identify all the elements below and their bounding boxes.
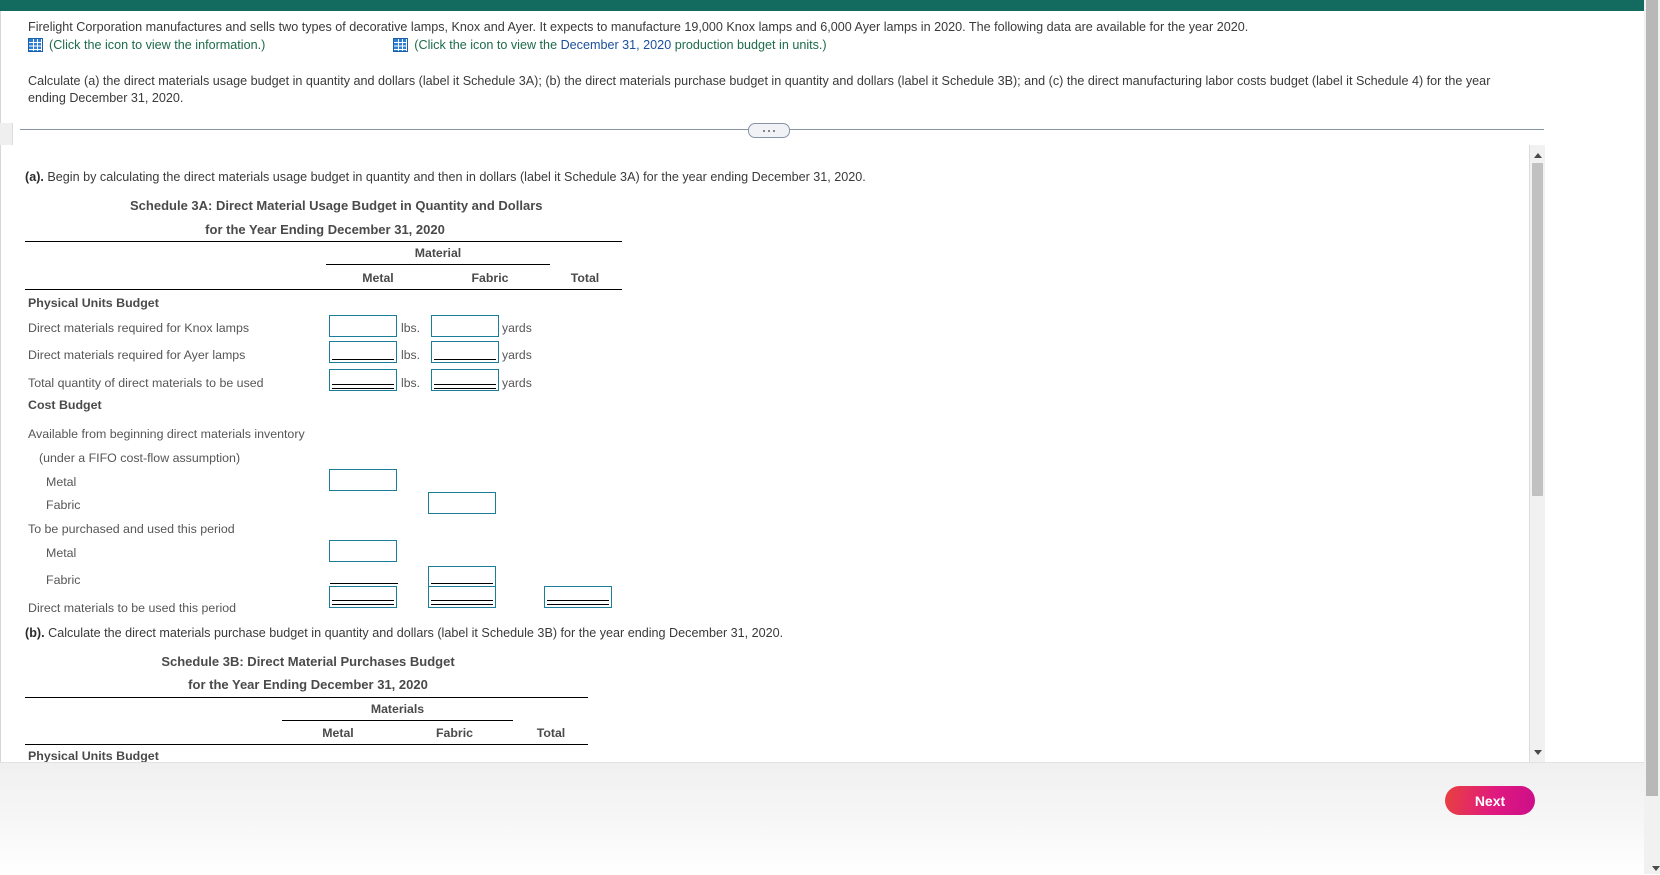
- schedule-3a-title: Schedule 3A: Direct Material Usage Budge…: [130, 198, 543, 213]
- schedule-3b-top-rule: [25, 697, 588, 698]
- part-a-prompt-text: Begin by calculating the direct material…: [47, 170, 866, 184]
- footer-bar: Next: [0, 762, 1660, 875]
- row-label-fifo-note: (under a FIFO cost-flow assumption): [39, 451, 241, 465]
- schedule-3b-col-total: Total: [536, 726, 566, 740]
- row-label-begin-metal: Metal: [46, 475, 77, 489]
- schedule-3a-col-fabric: Fabric: [471, 271, 509, 285]
- unit-ayer-metal: lbs.: [401, 348, 420, 362]
- unit-knox-metal: lbs.: [401, 321, 420, 335]
- scroll-up-arrow-icon[interactable]: [1530, 147, 1545, 163]
- answer-pane-scroll-thumb[interactable]: [1532, 163, 1543, 496]
- total-rule-cost-fabric: [431, 600, 493, 605]
- page-scroll-thumb[interactable]: [1646, 0, 1658, 796]
- next-button[interactable]: Next: [1445, 786, 1535, 815]
- row-label-purchase-metal: Metal: [46, 546, 77, 560]
- question-instruction: Calculate (a) the direct materials usage…: [28, 74, 1491, 105]
- row-label-total-quantity: Total quantity of direct materials to be…: [28, 376, 264, 390]
- schedule-3a-col-total: Total: [570, 271, 600, 285]
- schedule-3b-physical-units-header: Physical Units Budget: [28, 749, 159, 762]
- page-scroll-down-arrow-icon[interactable]: [1644, 858, 1660, 874]
- part-b-label: (b).: [25, 626, 45, 640]
- input-purchased-fabric[interactable]: [428, 566, 496, 588]
- view-information-link[interactable]: (Click the icon to view the information.…: [28, 38, 265, 52]
- row-label-begin-fabric: Fabric: [46, 498, 81, 512]
- row-label-knox: Direct materials required for Knox lamps: [28, 321, 250, 335]
- row-label-purchase-fabric: Fabric: [46, 573, 81, 587]
- unit-knox-fabric: yards: [502, 321, 532, 335]
- cost-budget-header: Cost Budget: [28, 398, 102, 412]
- total-rule-metal: [332, 384, 394, 389]
- scroll-down-arrow-icon[interactable]: [1530, 744, 1545, 760]
- part-b-prompt-text: Calculate the direct materials purchase …: [48, 626, 784, 640]
- schedule-3a-group-header: Material: [414, 246, 462, 260]
- total-rule-cost-total: [547, 600, 609, 605]
- row-label-available-beginning: Available from beginning direct material…: [28, 427, 305, 441]
- view-production-budget-link[interactable]: (Click the icon to view the December 31,…: [393, 38, 827, 52]
- unit-total-metal: lbs.: [401, 376, 420, 390]
- schedule-3a-header-rule: [25, 289, 622, 290]
- subtotal-rule-fabric: [434, 359, 496, 360]
- icon-link-row: (Click the icon to view the information.…: [28, 38, 827, 52]
- physical-units-budget-header: Physical Units Budget: [28, 296, 159, 310]
- input-knox-metal[interactable]: [329, 315, 397, 337]
- schedule-3b-group-rule: [282, 720, 513, 721]
- production-budget-date: December 31, 2020: [560, 38, 672, 52]
- input-purchased-metal[interactable]: [329, 540, 397, 562]
- schedule-3a-subtitle: for the Year Ending December 31, 2020: [205, 222, 445, 237]
- table-grid-icon: [28, 38, 43, 52]
- schedule-3a-col-metal: Metal: [362, 271, 394, 285]
- part-b-prompt: (b). Calculate the direct materials purc…: [25, 626, 783, 640]
- view-information-label: (Click the icon to view the information.…: [49, 38, 266, 52]
- schedule-3b-col-fabric: Fabric: [436, 726, 473, 740]
- answer-content: (a). Begin by calculating the direct mat…: [1, 145, 1529, 762]
- table-grid-icon: [393, 38, 409, 52]
- subtotal-rule-cost-fabric: [431, 583, 493, 584]
- row-label-to-be-purchased: To be purchased and used this period: [28, 522, 235, 536]
- question-statement: Firelight Corporation manufactures and s…: [28, 20, 1249, 34]
- answer-pane: (a). Begin by calculating the direct mat…: [0, 145, 1660, 762]
- schedule-3a-group-rule: [326, 264, 550, 265]
- page-scrollbar[interactable]: [1644, 0, 1660, 874]
- pane-splitter-handle[interactable]: [748, 123, 790, 138]
- part-a-prompt: (a). Begin by calculating the direct mat…: [25, 170, 866, 184]
- app-top-bar: [0, 0, 1660, 11]
- dot-icon: [768, 129, 770, 132]
- dot-icon: [763, 129, 765, 132]
- subtotal-rule-metal: [332, 359, 394, 360]
- question-pane: Firelight Corporation manufactures and s…: [0, 11, 1660, 123]
- dot-icon: [773, 129, 775, 132]
- schedule-3a-top-rule: [25, 241, 622, 242]
- total-rule-fabric: [434, 384, 496, 389]
- part-a-label: (a).: [25, 170, 44, 184]
- input-knox-fabric[interactable]: [431, 315, 499, 337]
- row-label-ayer: Direct materials required for Ayer lamps: [28, 348, 246, 362]
- schedule-3b-col-metal: Metal: [322, 726, 354, 740]
- unit-total-fabric: yards: [502, 376, 532, 390]
- schedule-3b-group-header: Materials: [370, 702, 425, 716]
- row-label-dm-used-period: Direct materials to be used this period: [28, 601, 236, 615]
- schedule-3b-subtitle: for the Year Ending December 31, 2020: [188, 677, 428, 692]
- answer-pane-scrollbar[interactable]: [1529, 145, 1545, 762]
- total-rule-cost-metal: [332, 600, 394, 605]
- subtotal-rule-cost-metal: [330, 583, 398, 584]
- input-begin-inventory-fabric[interactable]: [428, 492, 496, 514]
- input-begin-inventory-metal[interactable]: [329, 469, 397, 491]
- unit-ayer-fabric: yards: [502, 348, 532, 362]
- schedule-3b-header-rule: [25, 744, 588, 745]
- view-production-budget-label: (Click the icon to view the December 31,…: [414, 38, 827, 52]
- schedule-3b-title: Schedule 3B: Direct Material Purchases B…: [161, 654, 455, 669]
